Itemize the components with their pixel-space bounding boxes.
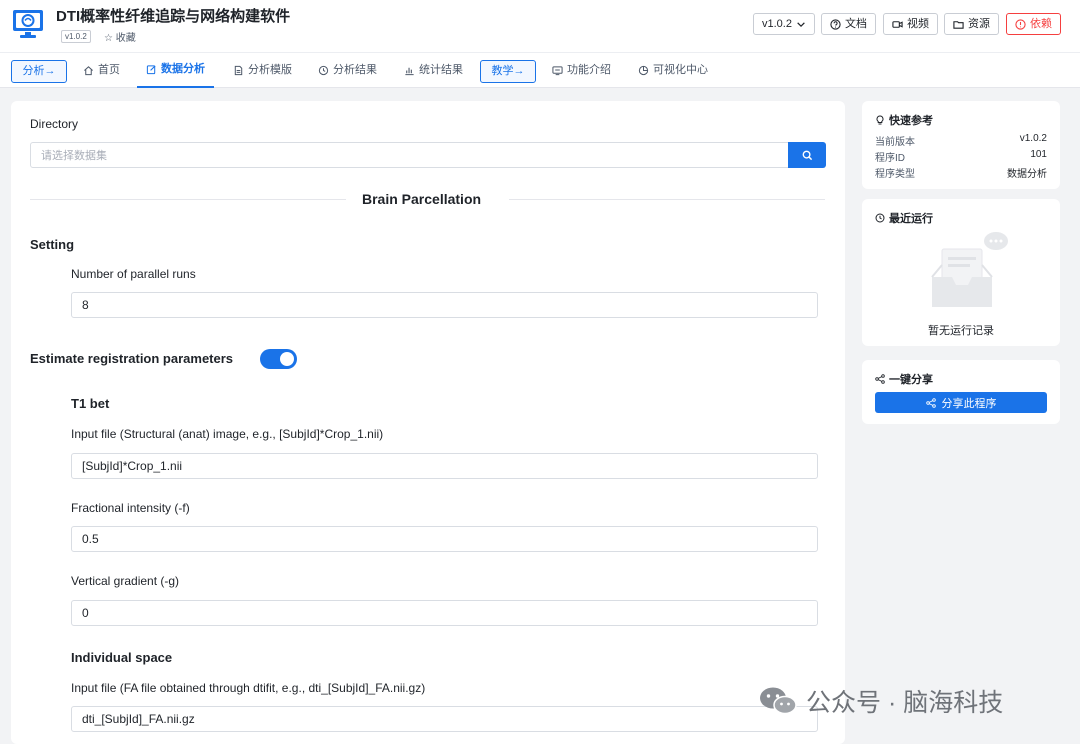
parallel-runs-input[interactable]: 8 (71, 292, 818, 318)
quick-ref-value: 数据分析 (1007, 169, 1047, 180)
quick-ref-key: 当前版本 (875, 137, 915, 148)
input-file-label: Input file (Structural (anat) image, e.g… (71, 427, 384, 441)
analysis-form-card: Directory 请选择数据集 Brain Parcellation Sett… (11, 101, 845, 744)
app-logo-icon (13, 10, 43, 38)
fractional-intensity-label: Fractional intensity (-f) (71, 501, 190, 515)
t1-bet-heading: T1 bet (71, 396, 110, 411)
video-label: 视频 (907, 18, 929, 30)
nav-analysis-template-label: 分析模版 (248, 64, 292, 76)
nav-features[interactable]: 功能介绍 (552, 53, 611, 88)
parallel-runs-label: Number of parallel runs (71, 267, 196, 281)
share-program-label: 分享此程序 (941, 397, 997, 410)
share-title: 一键分享 (875, 371, 933, 387)
recent-runs-empty: 暂无运行记录 (928, 325, 994, 337)
lightbulb-icon (876, 115, 884, 125)
bar-chart-icon (405, 67, 414, 76)
directory-search-button[interactable] (788, 142, 826, 168)
vertical-gradient-label: Vertical gradient (-g) (71, 574, 180, 588)
dependencies-label: 依赖 (1030, 18, 1052, 30)
monitor-chat-icon (552, 66, 563, 76)
history-icon (875, 213, 885, 223)
quick-ref-row: 当前版本 v1.0.2 (875, 133, 1047, 148)
nav-features-label: 功能介绍 (567, 64, 611, 76)
file-text-icon (234, 65, 243, 76)
input-file-input[interactable]: [SubjId]*Crop_1.nii (71, 453, 818, 479)
quick-ref-value: 101 (1030, 149, 1047, 160)
quick-reference-title: 快速参考 (875, 112, 933, 128)
help-circle-icon (830, 18, 841, 30)
nav-stat-results[interactable]: 统计结果 (404, 53, 463, 88)
share-card: 一键分享 分享此程序 (862, 360, 1060, 424)
nav-analysis-template[interactable]: 分析模版 (233, 53, 292, 88)
app-title: DTI概率性纤维追踪与网络构建软件 (56, 8, 291, 25)
directory-input[interactable]: 请选择数据集 (30, 142, 790, 168)
alert-circle-icon (1015, 18, 1026, 30)
nav-data-analysis-label: 数据分析 (161, 63, 205, 75)
folder-icon (953, 20, 964, 29)
resources-label: 资源 (968, 18, 990, 30)
divider-left (30, 199, 346, 200)
analysis-group-tag[interactable]: 分析→ (11, 60, 67, 83)
nav-data-analysis[interactable]: 数据分析 (137, 53, 214, 88)
version-select[interactable]: v1.0.2 (753, 13, 815, 35)
nav-analysis-results-label: 分析结果 (333, 64, 377, 76)
quick-reference-card: 快速参考 当前版本 v1.0.2 程序ID 101 程序类型 数据分析 (862, 101, 1060, 189)
section-title: Brain Parcellation (362, 191, 482, 207)
recent-runs-title-text: 最近运行 (889, 213, 933, 225)
directory-placeholder: 请选择数据集 (41, 150, 107, 162)
edit-icon (146, 65, 156, 75)
pie-chart-icon (638, 65, 649, 76)
directory-label: Directory (30, 117, 79, 131)
dependencies-button[interactable]: 依赖 (1006, 13, 1061, 35)
individual-space-heading: Individual space (71, 650, 173, 665)
nav-stat-results-label: 统计结果 (419, 64, 463, 76)
empty-inbox-illustration-icon (931, 232, 1008, 307)
search-icon (802, 150, 812, 160)
nav-home[interactable]: 首页 (83, 53, 120, 88)
app-header: DTI概率性纤维追踪与网络构建软件 v1.0.2 ☆ 收藏 v1.0.2 文档 … (0, 0, 1080, 52)
teaching-group-tag[interactable]: 教学→ (480, 60, 536, 83)
favorite-button[interactable]: ☆ 收藏 (104, 29, 136, 44)
quick-ref-key: 程序ID (875, 153, 905, 164)
video-icon (892, 20, 903, 28)
share-icon (925, 397, 936, 408)
docs-label: 文档 (845, 18, 867, 30)
nav-analysis-results[interactable]: 分析结果 (318, 53, 377, 88)
home-icon (84, 66, 93, 76)
version-select-value: v1.0.2 (762, 18, 792, 30)
chevron-down-icon (797, 21, 805, 27)
recent-runs-card: 最近运行 暂无运行记录 (862, 199, 1060, 346)
setting-heading: Setting (30, 237, 75, 252)
video-button[interactable]: 视频 (883, 13, 938, 35)
resources-button[interactable]: 资源 (944, 13, 999, 35)
history-icon (318, 65, 329, 76)
version-badge: v1.0.2 (61, 30, 91, 43)
nav-viz-center[interactable]: 可视化中心 (638, 53, 708, 88)
divider-right (509, 199, 825, 200)
watermark-text: 公众号 · 脑海科技 (806, 689, 1004, 717)
share-title-text: 一键分享 (889, 374, 933, 386)
quick-ref-value: v1.0.2 (1019, 133, 1047, 144)
toggle-knob (280, 352, 294, 366)
estimate-toggle[interactable] (260, 349, 297, 369)
nav-viz-center-label: 可视化中心 (653, 64, 708, 76)
watermark: 公众号 · 脑海科技 (758, 683, 1003, 719)
share-program-button[interactable]: 分享此程序 (875, 392, 1047, 413)
share-icon (875, 374, 885, 384)
recent-runs-title: 最近运行 (875, 210, 933, 226)
fa-file-input[interactable]: dti_[SubjId]_FA.nii.gz (71, 706, 818, 732)
docs-button[interactable]: 文档 (821, 13, 876, 35)
vertical-gradient-input[interactable]: 0 (71, 600, 818, 626)
estimate-heading: Estimate registration parameters (30, 351, 234, 366)
fa-file-label: Input file (FA file obtained through dti… (71, 681, 426, 695)
quick-ref-row: 程序ID 101 (875, 149, 1047, 164)
quick-ref-key: 程序类型 (875, 169, 915, 180)
fractional-intensity-input[interactable]: 0.5 (71, 526, 818, 552)
quick-reference-title-text: 快速参考 (889, 115, 933, 127)
quick-ref-row: 程序类型 数据分析 (875, 165, 1047, 180)
nav-home-label: 首页 (98, 64, 120, 76)
wechat-icon (760, 687, 797, 715)
main-nav: 分析→ 首页 数据分析 分析模版 分析结果 统计结果 教学→ 功能介绍 可视化中… (0, 52, 1080, 88)
